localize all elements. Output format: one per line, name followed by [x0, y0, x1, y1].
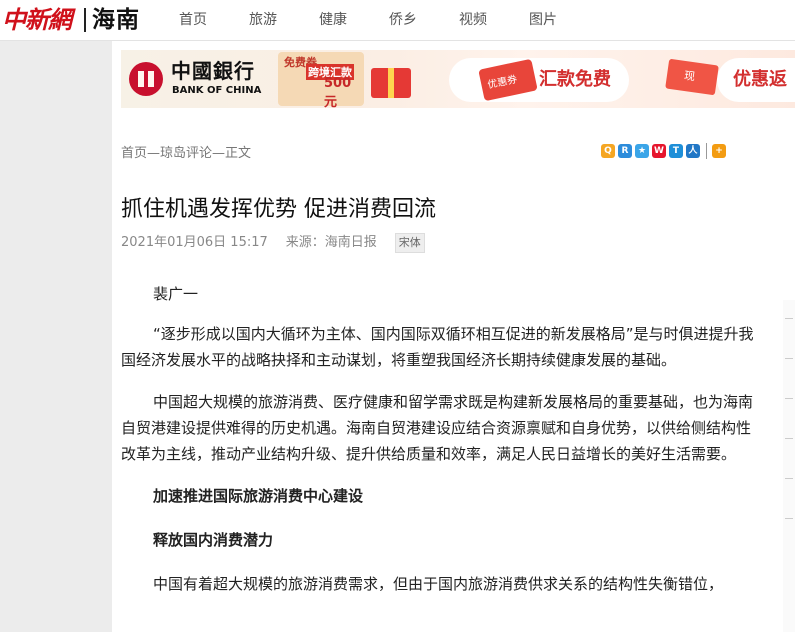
article-body: 裴广一 “逐步形成以国内大循环为主体、国内国际双循环相互促进的新发展格局”是与时…: [121, 281, 757, 613]
right-sidebar-edge: [783, 300, 795, 632]
cash-ticket-icon: 现: [665, 58, 719, 96]
share-toolbar: Q R ★ W T 人 +: [601, 143, 729, 159]
breadcrumb[interactable]: 首页—琼岛评论—正文: [121, 145, 251, 163]
nav-item-photos[interactable]: 图片: [529, 0, 557, 40]
coupon-ticket-label: 优惠券: [486, 74, 519, 92]
promo-coupon: 免费券 跨境汇款 500元: [278, 52, 364, 108]
cash-ticket-label: 现: [683, 68, 696, 84]
sidebar-edge-mark: [785, 398, 793, 399]
nav-item-home[interactable]: 首页: [179, 0, 207, 40]
article-author: 裴广一: [153, 285, 199, 303]
qq-icon[interactable]: ★: [635, 144, 649, 158]
article-meta: 2021年01月06日 15:17 来源：海南日报 宋体: [121, 233, 425, 253]
nav-item-video[interactable]: 视频: [459, 0, 487, 40]
renren-icon[interactable]: R: [618, 144, 632, 158]
qzone-icon[interactable]: Q: [601, 144, 615, 158]
sidebar-edge-mark: [785, 318, 793, 319]
left-margin: [0, 41, 112, 632]
article-paragraph: 中国有着超大规模的旅游消费需求，但由于国内旅游消费供求关系的结构性失衡错位，: [153, 575, 724, 593]
boc-name-cn: 中國銀行: [171, 59, 255, 83]
sidebar-edge-mark: [785, 438, 793, 439]
sidebar-edge-mark: [785, 518, 793, 519]
bank-of-china-ad-banner[interactable]: 中國銀行 BANK OF CHINA 免费券 跨境汇款 500元 优惠券 汇款免…: [121, 50, 795, 108]
share-divider: [706, 143, 707, 159]
people-icon[interactable]: 人: [686, 144, 700, 158]
tencent-weibo-icon[interactable]: T: [669, 144, 683, 158]
boc-logo-icon: [129, 62, 163, 96]
weibo-icon[interactable]: W: [652, 144, 666, 158]
article-subheading: 加速推进国际旅游消费中心建设: [153, 487, 364, 505]
promo-amount: 500元: [324, 76, 352, 108]
slogan-free-remittance: 汇款免费: [539, 69, 611, 90]
nav-item-health[interactable]: 健康: [319, 0, 347, 40]
nav-item-travel[interactable]: 旅游: [249, 0, 277, 40]
logo-divider: [84, 8, 86, 32]
article-paragraph: 中国超大规模的旅游消费、医疗健康和留学需求既是构建新发展格局的重要基础，也为海南…: [121, 393, 754, 463]
boc-name-en: BANK OF CHINA: [172, 85, 262, 96]
article-date: 2021年01月06日 15:17: [121, 235, 268, 250]
sidebar-edge-mark: [785, 358, 793, 359]
article-title: 抓住机遇发挥优势 促进消费回流: [121, 197, 436, 222]
article-paragraph: “逐步形成以国内大循环为主体、国内国际双循环相互促进的新发展格局”是与时俱进提升…: [121, 325, 754, 369]
top-nav-bar: 中新網 海南 首页 旅游 健康 侨乡 视频 图片: [0, 0, 795, 41]
main-nav: 首页 旅游 健康 侨乡 视频 图片: [179, 0, 599, 40]
article-subheading: 释放国内消费潜力: [153, 531, 274, 549]
sidebar-edge-mark: [785, 478, 793, 479]
main-content-panel: 中國銀行 BANK OF CHINA 免费券 跨境汇款 500元 优惠券 汇款免…: [112, 41, 795, 632]
chinanews-logo[interactable]: 中新網: [2, 5, 72, 35]
slogan-rebate: 优惠返: [733, 69, 787, 90]
gift-box-icon: [371, 68, 411, 98]
article-source[interactable]: 来源：海南日报: [286, 234, 377, 252]
region-logo[interactable]: 海南: [92, 5, 140, 35]
nav-item-overseas[interactable]: 侨乡: [389, 0, 417, 40]
font-toggle-button[interactable]: 宋体: [394, 233, 425, 253]
more-share-icon[interactable]: +: [712, 144, 726, 158]
